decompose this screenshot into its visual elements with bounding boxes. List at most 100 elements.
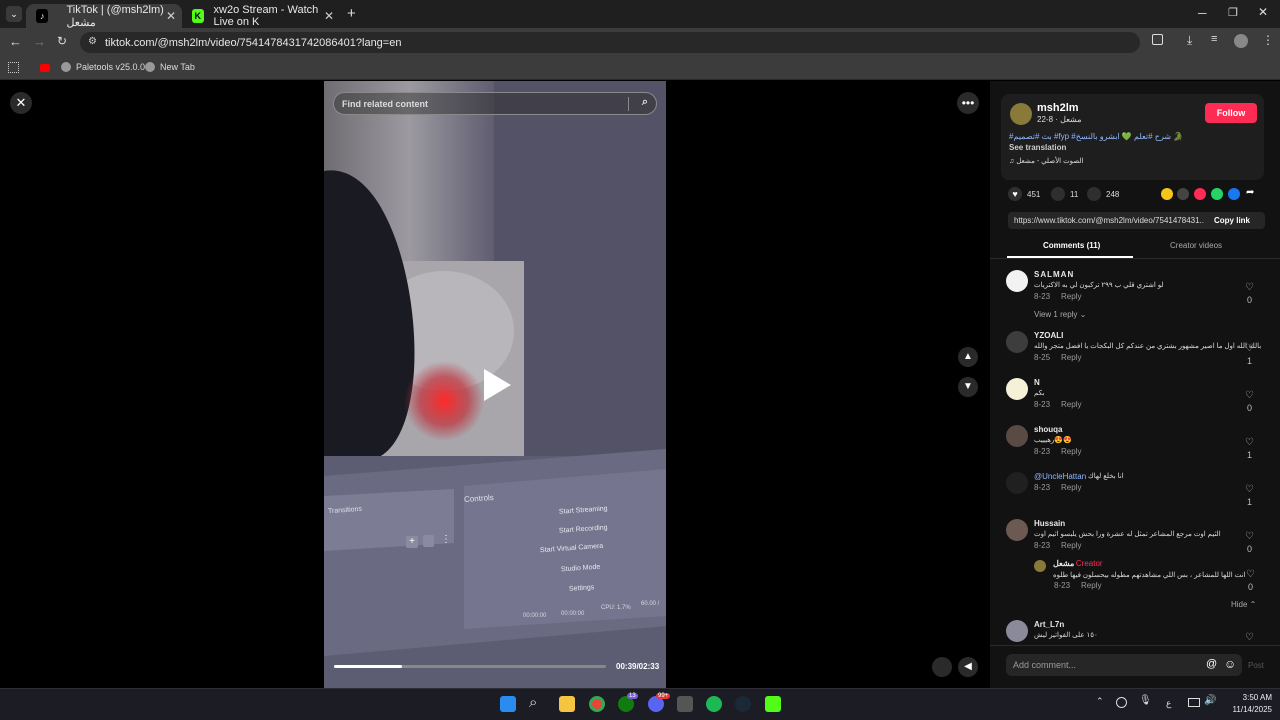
new-tab-button[interactable]: + [347,5,356,22]
heart-icon[interactable]: ♡ [1245,531,1254,542]
chrome-icon[interactable] [589,696,605,712]
close-video-icon[interactable]: ✕ [10,92,32,114]
tab-kick[interactable]: K xw2o Stream - Watch Live on K ✕ [182,4,340,28]
commenter-name[interactable]: @UncleHattan [1034,472,1086,481]
reload-icon[interactable]: ↻ [57,34,67,48]
play-icon[interactable] [484,369,511,401]
extensions-icon[interactable] [1152,34,1163,45]
comment-input[interactable]: Add comment... @ ☺ [1006,654,1242,676]
progress-track[interactable] [334,665,606,668]
heart-icon[interactable]: ♡ [1245,390,1254,401]
heart-icon[interactable]: ♡ [1245,632,1254,642]
commenter-name[interactable]: shouqa [1034,425,1062,434]
start-icon[interactable] [500,696,516,712]
close-window-button[interactable]: ✕ [1258,5,1268,19]
file-explorer-icon[interactable] [559,696,575,712]
tab-tiktok[interactable]: ♪ TikTok | (@msh2lm) مشعل ✕ [26,4,182,29]
profile-icon[interactable] [1234,34,1248,48]
clock-time[interactable]: 3:50 AM [1236,693,1272,702]
reply-button[interactable]: Reply [1061,483,1081,492]
commenter-name[interactable]: SALMAN [1034,270,1074,279]
close-tab-icon[interactable]: ✕ [166,9,176,23]
tab-comments[interactable]: Comments (11) [1043,241,1100,250]
avatar[interactable] [1006,519,1028,541]
tray-app-icon[interactable] [1116,697,1127,708]
app-icon[interactable] [677,696,693,712]
youtube-bookmark-icon[interactable] [40,64,50,72]
bookmark-paletools[interactable]: Paletools v25.0.0 [61,62,145,72]
avatar[interactable] [1006,620,1028,642]
commenter-name[interactable]: YZOALI [1034,331,1063,340]
follow-button[interactable]: Follow [1205,103,1257,123]
commenter-name[interactable]: Hussain [1034,519,1065,528]
avatar[interactable] [1006,472,1028,494]
post-button[interactable]: Post [1248,661,1264,670]
forward-icon[interactable]: → [33,34,46,49]
next-video-icon[interactable]: ▼ [958,377,978,397]
heart-icon[interactable]: ♡ [1245,437,1254,448]
comment-icon[interactable] [1051,187,1065,201]
sound-label[interactable]: ♫ الصوت الأصلي - مشعل [1009,157,1083,165]
avatar[interactable] [1006,378,1028,400]
network-icon[interactable] [1188,698,1200,707]
facebook-icon[interactable] [1228,188,1240,200]
avatar[interactable] [1034,560,1046,572]
search-icon[interactable]: ⌕ [642,96,648,109]
author-avatar[interactable] [1010,103,1032,125]
kick-app-icon[interactable] [765,696,781,712]
share-friends-icon[interactable] [1161,188,1173,200]
mention-icon[interactable]: @ [1206,658,1217,670]
heart-icon[interactable]: ♡ [1246,569,1255,580]
copy-link-button[interactable]: Copy link [1214,216,1250,225]
spotify-icon[interactable] [706,696,722,712]
commenter-name[interactable]: Art_L7n [1034,620,1064,629]
reply-button[interactable]: Reply [1061,400,1081,409]
commenter-name[interactable]: N [1034,378,1040,387]
reply-button[interactable]: Reply [1081,581,1101,590]
bookmark-icon[interactable] [1087,187,1101,201]
see-translation-link[interactable]: See translation [1009,143,1066,152]
tab-creator-videos[interactable]: Creator videos [1170,241,1222,250]
menu-icon[interactable]: ⋮ [1262,33,1274,47]
heart-icon[interactable]: ♡ [1245,343,1254,354]
search-icon[interactable]: ⌕ [529,694,537,711]
more-options-icon[interactable]: ••• [957,92,979,114]
whatsapp-icon[interactable] [1211,188,1223,200]
emoji-icon[interactable]: ☺ [1224,657,1236,671]
avatar[interactable] [1006,425,1028,447]
restore-button[interactable]: ❐ [1228,6,1238,19]
like-icon[interactable]: ♥ [1008,187,1022,201]
clock-date[interactable]: 11/14/2025 [1226,705,1272,714]
more-share-icon[interactable]: ➦ [1246,187,1254,198]
tray-chevron-icon[interactable]: ⌃ [1096,696,1104,707]
hide-replies[interactable]: Hide ⌃ [1231,600,1256,609]
reply-button[interactable]: Reply [1061,541,1081,550]
author-name[interactable]: msh2lm [1037,102,1079,114]
media-icon[interactable]: ≡ [1211,33,1217,45]
view-replies[interactable]: View 1 reply ⌄ [1034,310,1086,319]
reply-button[interactable]: Reply [1061,353,1081,362]
apps-icon[interactable] [8,62,19,73]
embed-icon[interactable] [1177,188,1189,200]
video-player[interactable]: Controls Transitions + ⋮ Start Streaming… [324,81,666,688]
minimize-button[interactable]: ─ [1198,6,1207,20]
reply-button[interactable]: Reply [1061,292,1081,301]
heart-icon[interactable]: ♡ [1245,484,1254,495]
volume-icon[interactable]: ◀ [958,657,978,677]
site-info-icon[interactable]: ⚙ [88,36,97,47]
avatar[interactable] [1006,331,1028,353]
tab-list-button[interactable]: ⌄ [6,6,22,22]
microphone-icon[interactable]: 🎙 [1139,695,1152,706]
avatar[interactable] [1006,270,1028,292]
floating-player-icon[interactable] [932,657,952,677]
close-tab-icon[interactable]: ✕ [324,9,334,23]
language-indicator[interactable]: ع [1166,698,1171,709]
steam-icon[interactable] [735,696,751,712]
download-icon[interactable]: ⤓ [1187,33,1192,48]
bookmark-new-tab[interactable]: New Tab [145,62,195,72]
address-bar[interactable]: ⚙ tiktok.com/@msh2lm/video/7541478431742… [80,32,1140,53]
reply-button[interactable]: Reply [1061,447,1081,456]
previous-video-icon[interactable]: ▲ [958,347,978,367]
send-icon[interactable] [1194,188,1206,200]
heart-icon[interactable]: ♡ [1245,282,1254,293]
